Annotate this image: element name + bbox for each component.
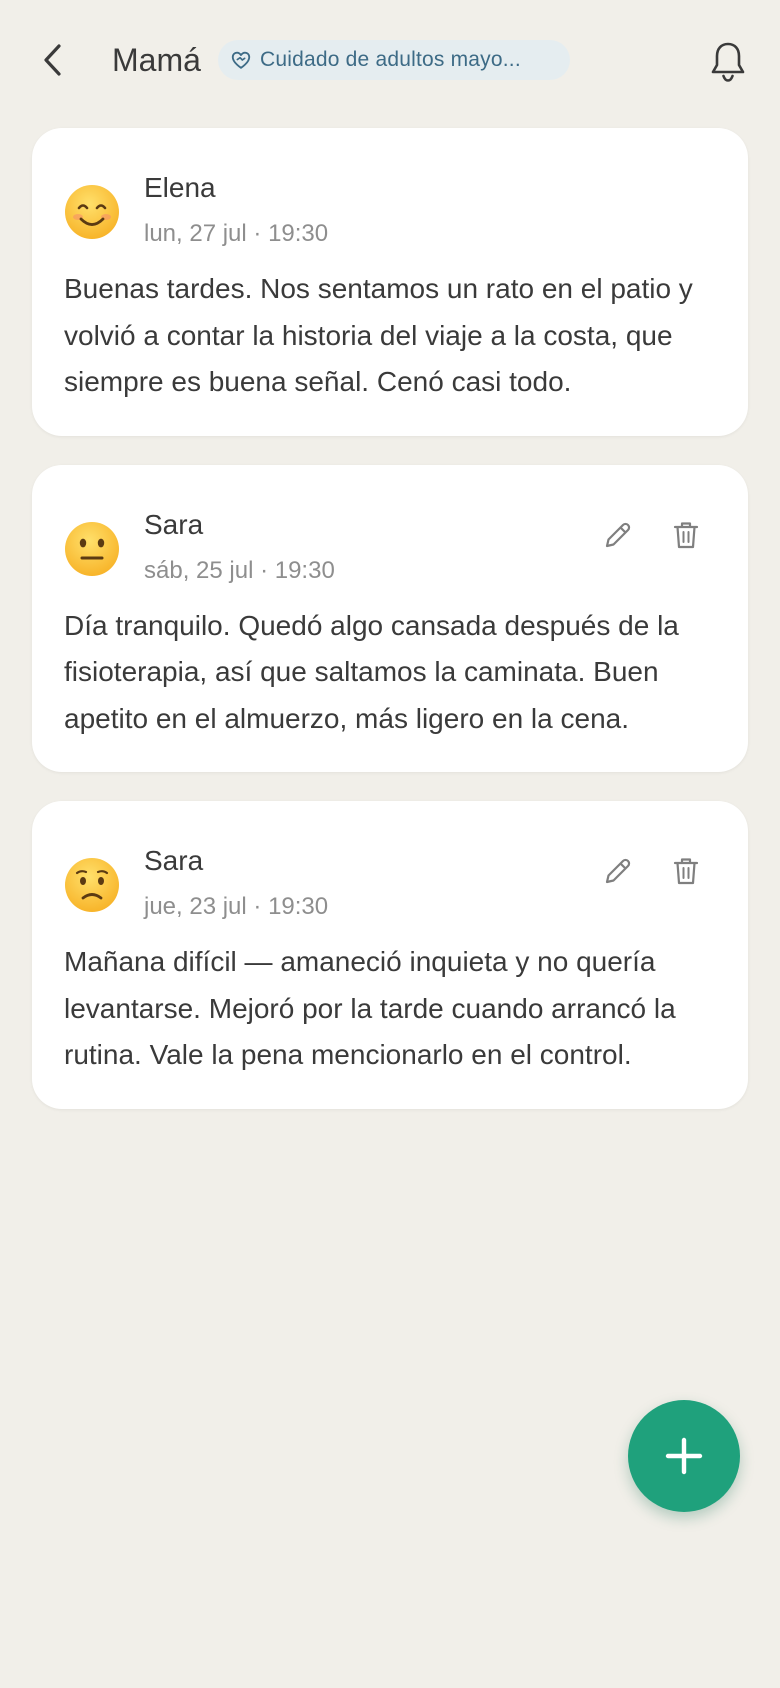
entry-timestamp: sáb, 25 jul · 19:30: [144, 556, 335, 584]
entry-text: Buenas tardes. Nos sentamos un rato en e…: [64, 273, 693, 397]
heart-handshake-icon: [231, 51, 251, 69]
app-header: Mamá Cuidado de adultos mayo...: [0, 0, 780, 120]
pencil-icon: [605, 858, 631, 884]
entry-author: Sara: [144, 508, 204, 540]
entry-text: Día tranquilo. Quedó algo cansada despué…: [64, 609, 679, 734]
entry-text: Mañana difícil — amaneció inquieta y no …: [64, 946, 676, 1070]
entry-author: Elena: [144, 172, 216, 203]
journal-entry-card: Elena lun, 27 jul · 19:30 Buenas tardes.…: [32, 128, 748, 436]
journal-feed: Elena lun, 27 jul · 19:30 Buenas tardes.…: [32, 128, 748, 1138]
smiling-face-icon: [65, 185, 119, 239]
notifications-button[interactable]: [700, 34, 756, 90]
entry-timestamp: lun, 27 jul · 19:30: [144, 220, 329, 247]
chevron-left-icon: [44, 44, 61, 76]
entry-author: Sara: [144, 845, 204, 876]
trash-icon: [673, 521, 699, 548]
entry-timestamp: jue, 23 jul · 19:30: [144, 893, 329, 920]
bell-icon: [711, 42, 745, 82]
page-title: Mamá: [112, 42, 201, 78]
edit-entry-button[interactable]: [590, 843, 646, 899]
trash-icon: [673, 858, 699, 885]
care-type-label: Cuidado de adultos mayo...: [260, 48, 521, 71]
edit-entry-button[interactable]: [590, 507, 646, 563]
delete-entry-button[interactable]: [658, 843, 714, 899]
care-type-badge[interactable]: Cuidado de adultos mayo...: [218, 40, 570, 80]
delete-entry-button[interactable]: [658, 507, 714, 563]
journal-entry-card: Sara sáb, 25 jul · 19:30 Día tranquilo. …: [32, 464, 748, 772]
journal-entry-card: Sara jue, 23 jul · 19:30 Mañana difícil …: [32, 801, 748, 1109]
add-entry-button[interactable]: [628, 1400, 740, 1512]
worried-face-icon: [65, 858, 119, 912]
neutral-face-icon: [65, 521, 119, 576]
plus-icon: [665, 1437, 703, 1475]
pencil-icon: [605, 522, 631, 547]
back-button[interactable]: [30, 30, 74, 90]
